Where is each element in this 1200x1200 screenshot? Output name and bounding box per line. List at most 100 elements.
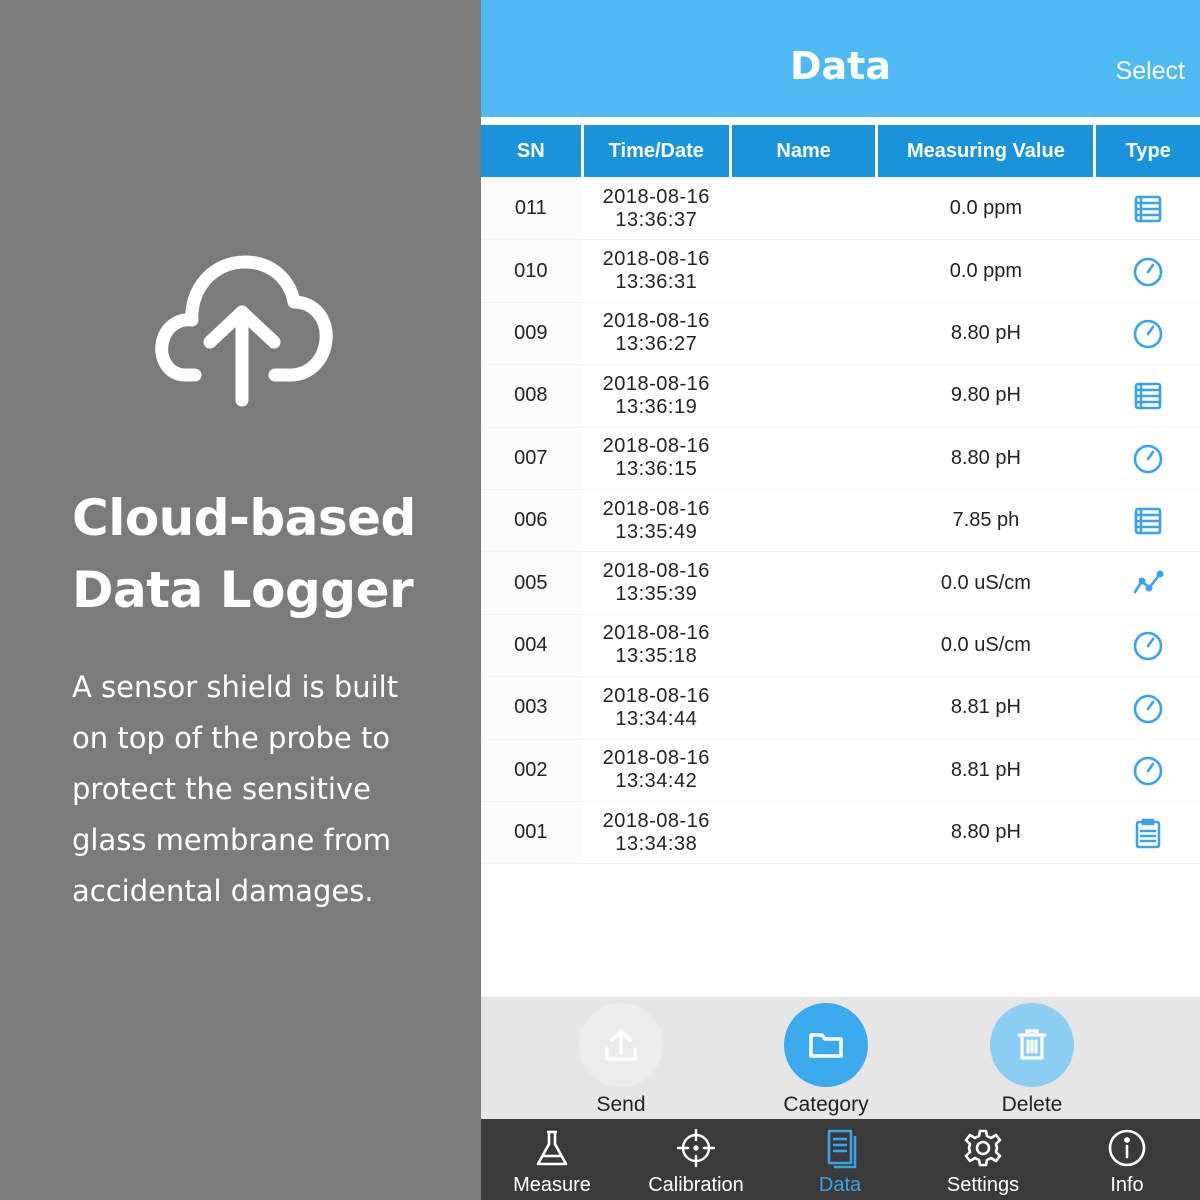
cloud-upload-icon <box>155 255 333 407</box>
table-row[interactable]: 007 2018-08-16 13:36:15 8.80 pH <box>481 427 1200 490</box>
cell-time-date: 2018-08-16 13:36:19 <box>583 365 729 427</box>
cell-type[interactable] <box>1096 801 1200 864</box>
cell-date: 2018-08-16 <box>602 684 710 707</box>
navbar: Data Select <box>481 0 1200 117</box>
cell-time: 13:34:44 <box>615 707 698 730</box>
cell-sn: 003 <box>481 677 581 739</box>
cell-sn: 010 <box>481 240 581 302</box>
gauge-icon <box>1133 257 1163 287</box>
gauge-icon <box>1133 632 1163 661</box>
table-row[interactable]: 011 2018-08-16 13:36:37 0.0 ppm <box>481 178 1200 241</box>
cell-name <box>731 302 876 365</box>
column-header-name[interactable]: Name <box>731 125 876 177</box>
cell-type[interactable] <box>1096 552 1200 614</box>
promo-title: Cloud-based Data Logger <box>72 482 472 626</box>
cell-measuring-value: 9.80 pH <box>878 365 1094 427</box>
table-icon <box>1134 382 1162 410</box>
cell-time-date: 2018-08-16 13:35:39 <box>583 552 729 614</box>
cell-sn: 005 <box>481 552 581 614</box>
cell-type[interactable] <box>1096 614 1200 677</box>
cell-name <box>731 614 876 677</box>
tab-calibration-label: Calibration <box>648 1174 744 1196</box>
tab-measure[interactable]: Measure <box>482 1127 622 1197</box>
cell-sn: 007 <box>481 427 581 489</box>
cell-time-date: 2018-08-16 13:36:37 <box>583 178 729 240</box>
table-row[interactable]: 008 2018-08-16 13:36:19 9.80 pH <box>481 365 1200 428</box>
cell-type[interactable] <box>1096 240 1200 302</box>
table-icon <box>1134 195 1162 222</box>
table-row[interactable]: 005 2018-08-16 13:35:39 0.0 uS/cm <box>481 552 1200 615</box>
cell-measuring-value: 0.0 ppm <box>878 240 1094 302</box>
cell-sn: 009 <box>481 302 581 365</box>
data-table-body: 011 2018-08-16 13:36:37 0.0 ppm 010 2018-08-1… <box>481 178 1200 865</box>
cell-date: 2018-08-16 <box>602 435 710 458</box>
send-action[interactable]: Send <box>551 1003 691 1117</box>
column-header-sn[interactable]: SN <box>481 125 581 177</box>
gauge-icon <box>1133 320 1163 349</box>
column-header-measuring-value[interactable]: Measuring Value <box>878 125 1094 177</box>
cell-time: 13:35:18 <box>615 645 698 668</box>
cell-date: 2018-08-16 <box>602 560 710 583</box>
tab-data[interactable]: Data <box>770 1127 910 1197</box>
tab-settings[interactable]: Settings <box>913 1127 1053 1197</box>
cell-sn: 006 <box>481 489 581 552</box>
cell-type[interactable] <box>1096 302 1200 365</box>
send-button[interactable] <box>579 1003 663 1087</box>
clipboard-icon <box>1135 818 1161 848</box>
promo-title-line2: Data Logger <box>72 561 414 619</box>
column-header-time-date[interactable]: Time/Date <box>583 125 729 177</box>
tab-calibration[interactable]: Calibration <box>626 1127 766 1197</box>
cell-sn: 001 <box>481 801 581 864</box>
table-row[interactable]: 003 2018-08-16 13:34:44 8.81 pH <box>481 677 1200 740</box>
cell-time: 13:36:31 <box>615 271 698 294</box>
tab-info[interactable]: Info <box>1057 1127 1197 1197</box>
table-row[interactable]: 004 2018-08-16 13:35:18 0.0 uS/cm <box>481 614 1200 678</box>
cell-measuring-value: 0.0 uS/cm <box>878 552 1094 614</box>
table-row[interactable]: 006 2018-08-16 13:35:49 7.85 ph <box>481 489 1200 553</box>
delete-label: Delete <box>1001 1093 1063 1116</box>
table-row[interactable]: 009 2018-08-16 13:36:27 8.80 pH <box>481 302 1200 366</box>
promo-description: A sensor shield is built on top of the p… <box>72 670 399 908</box>
cell-name <box>731 427 876 489</box>
cell-type[interactable] <box>1096 677 1200 739</box>
cell-measuring-value: 0.0 ppm <box>878 178 1094 240</box>
table-row[interactable]: 010 2018-08-16 13:36:31 0.0 ppm <box>481 240 1200 303</box>
gauge-icon <box>1133 694 1163 724</box>
trash-icon <box>1017 1029 1047 1060</box>
cell-sn: 002 <box>481 739 581 801</box>
cell-type[interactable] <box>1096 427 1200 489</box>
cell-time: 13:36:37 <box>615 208 698 231</box>
cell-type[interactable] <box>1096 365 1200 427</box>
cell-name <box>731 677 876 739</box>
table-row[interactable]: 002 2018-08-16 13:34:42 8.81 pH <box>481 739 1200 802</box>
cell-time: 13:36:27 <box>615 333 698 356</box>
category-action[interactable]: Category <box>756 1003 896 1117</box>
delete-button[interactable] <box>990 1003 1074 1087</box>
table-header: SN Time/Date Name Measuring Value Type <box>481 125 1200 177</box>
cell-time-date: 2018-08-16 13:34:38 <box>583 801 729 864</box>
delete-action[interactable]: Delete <box>962 1003 1102 1117</box>
cell-measuring-value: 8.80 pH <box>878 801 1094 864</box>
cell-type[interactable] <box>1096 739 1200 801</box>
category-button[interactable] <box>784 1003 868 1087</box>
tab-info-label: Info <box>1110 1174 1144 1196</box>
cell-type[interactable] <box>1096 489 1200 552</box>
cell-time: 13:35:39 <box>615 583 698 606</box>
cell-time-date: 2018-08-16 13:36:31 <box>583 240 729 302</box>
cell-measuring-value: 7.85 ph <box>878 489 1094 552</box>
cell-name <box>731 365 876 427</box>
select-button[interactable]: Select <box>1116 57 1185 86</box>
send-label: Send <box>596 1093 646 1116</box>
cell-time-date: 2018-08-16 13:35:49 <box>583 489 729 552</box>
cell-date: 2018-08-16 <box>602 310 710 333</box>
table-icon <box>1134 507 1162 534</box>
cell-type[interactable] <box>1096 178 1200 240</box>
flask-icon <box>536 1130 568 1166</box>
column-header-type[interactable]: Type <box>1096 125 1200 177</box>
cell-time-date: 2018-08-16 13:34:44 <box>583 677 729 739</box>
cell-date: 2018-08-16 <box>602 622 710 645</box>
cell-name <box>731 178 876 240</box>
table-row[interactable]: 001 2018-08-16 13:34:38 8.80 pH <box>481 801 1200 865</box>
gauge-icon <box>1133 444 1163 474</box>
promo-panel: Cloud-based Data Logger A sensor shield … <box>0 0 481 1200</box>
